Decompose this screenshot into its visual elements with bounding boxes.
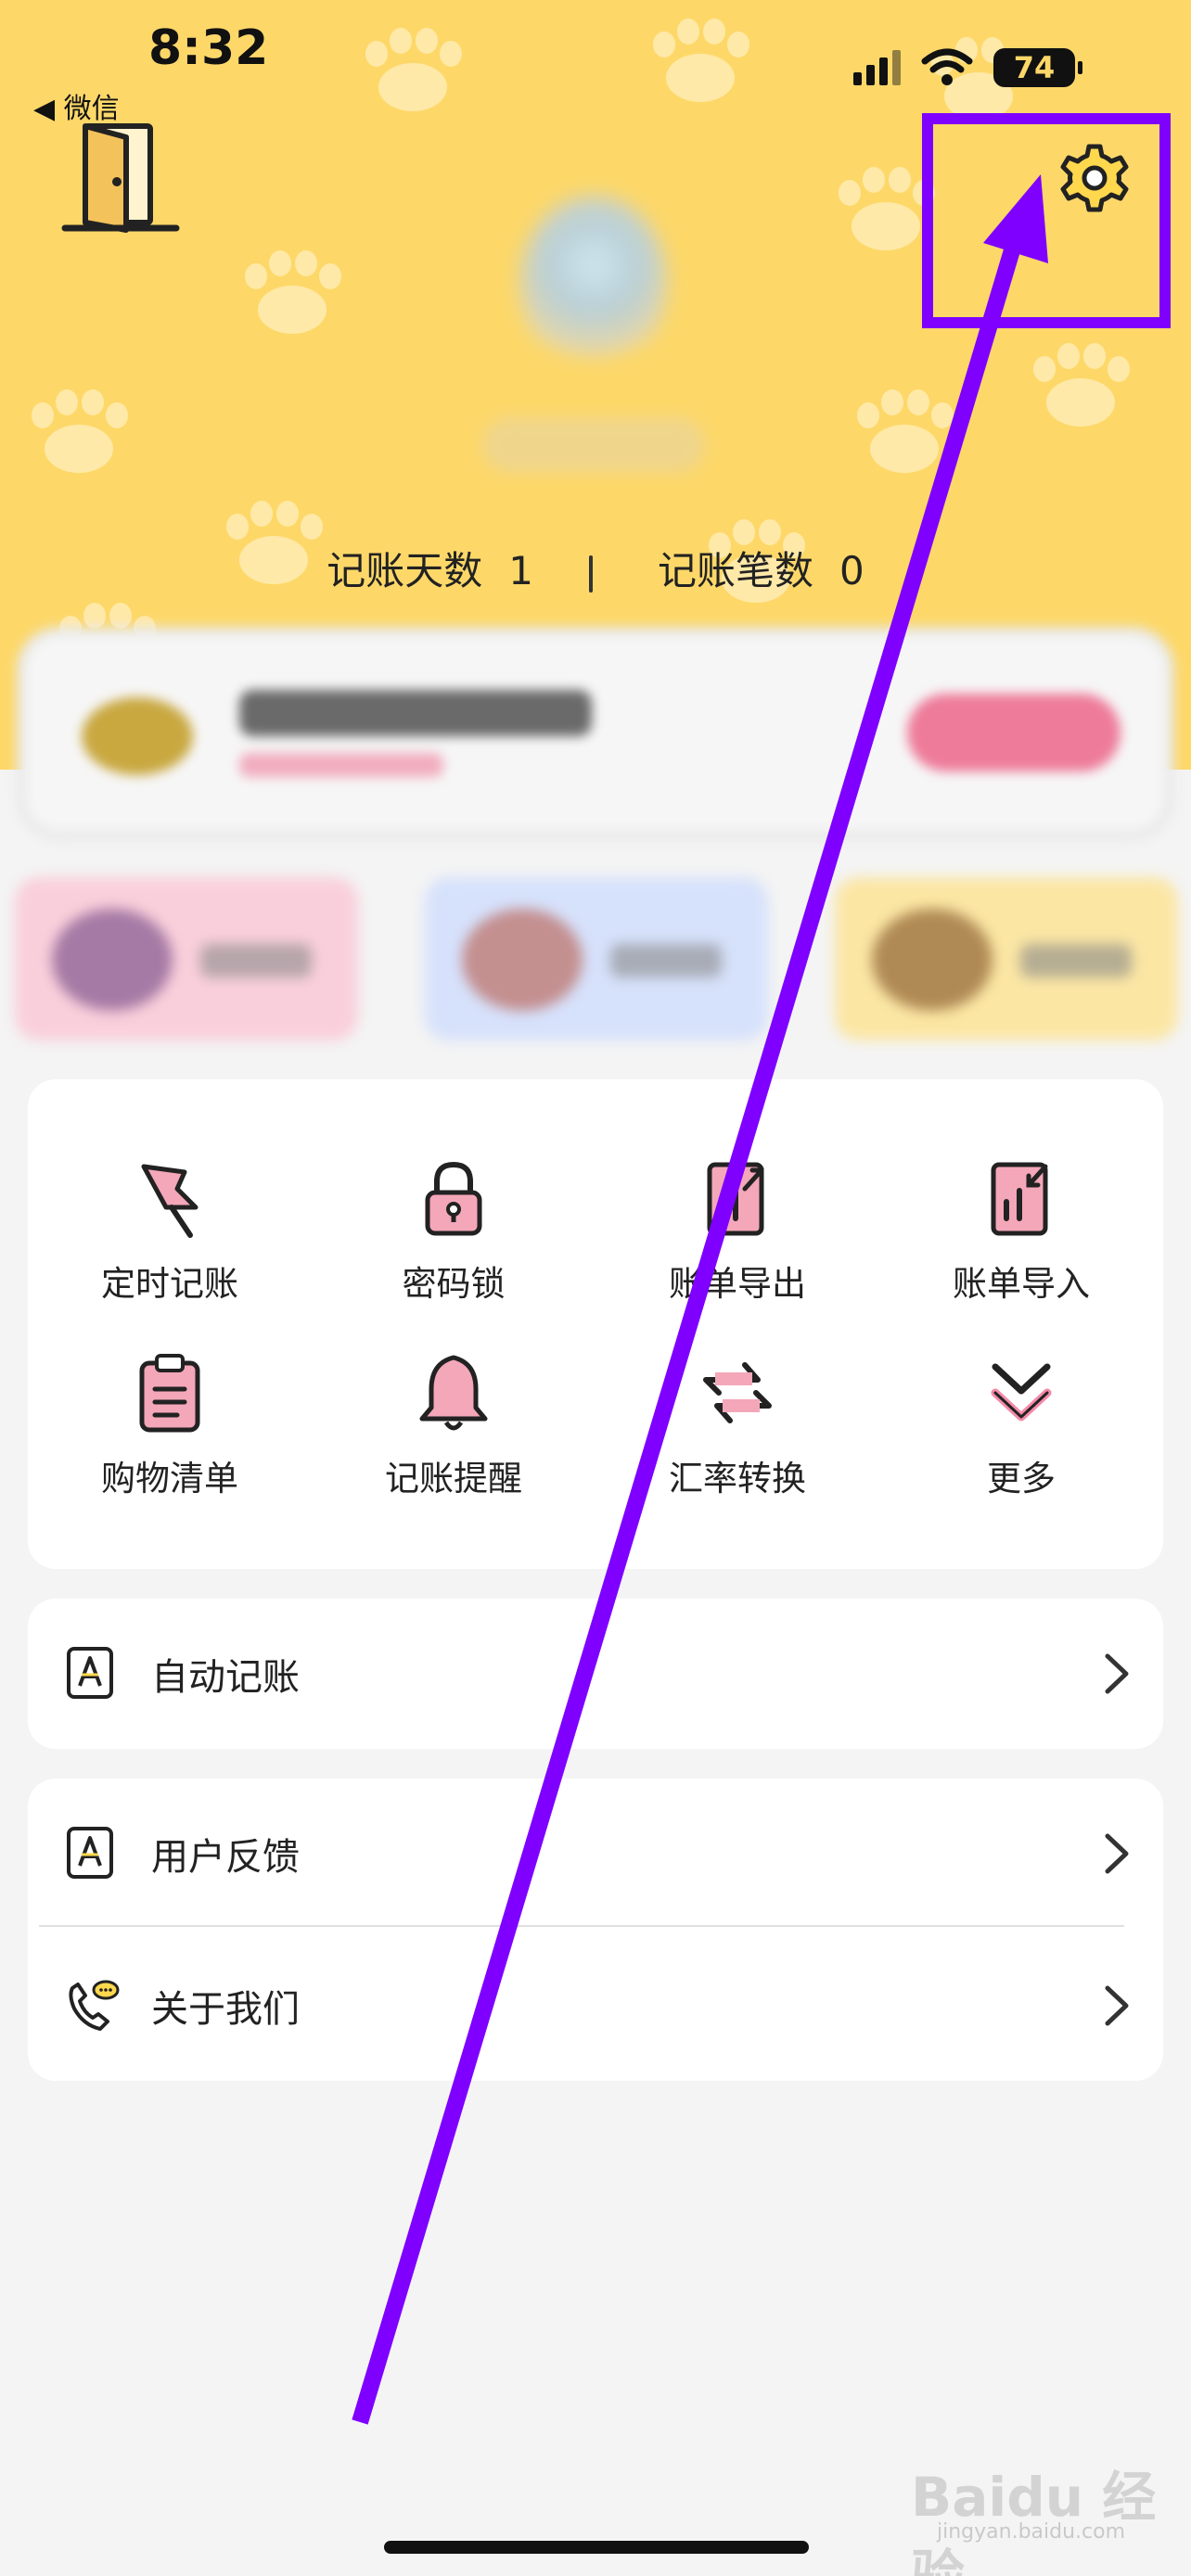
- baidu-watermark-url: jingyan.baidu.com: [937, 2520, 1126, 2544]
- auto-record-icon: [67, 1647, 113, 1699]
- app-screen: 8:32 ◀ 微信 74 记账天数 1 记账笔数 0 定时记账 密码锁 账单导出…: [0, 0, 1191, 2576]
- paw-print-decoration: [362, 28, 464, 111]
- door-exit-icon[interactable]: [61, 119, 182, 239]
- grid-item-label: 账单导入: [953, 1264, 1090, 1304]
- list-row-label: 关于我们: [151, 1988, 300, 2031]
- grid-item-label: 密码锁: [402, 1264, 506, 1304]
- grid-item-bill-import[interactable]: 账单导入: [879, 1154, 1163, 1339]
- bell-icon: [419, 1355, 488, 1431]
- function-grid-card: 定时记账 密码锁 账单导出 账单导入 购物清单 记账提醒 汇率转换 更多: [28, 1079, 1163, 1569]
- status-icons: 74: [853, 45, 1082, 91]
- list-row-feedback[interactable]: 用户反馈: [28, 1779, 1163, 1927]
- paw-print-decoration: [649, 19, 751, 102]
- grid-item-bill-export[interactable]: 账单导出: [596, 1154, 879, 1339]
- paw-print-decoration: [1030, 343, 1132, 427]
- grid-item-scheduled-record[interactable]: 定时记账: [28, 1154, 312, 1339]
- stats-bar: 记账天数 1 记账笔数 0: [0, 540, 1191, 596]
- bill-import-icon: [991, 1162, 1048, 1236]
- phone-chat-icon: [69, 1980, 120, 2031]
- status-time: 8:32: [148, 20, 269, 76]
- settings-gear-icon[interactable]: [1057, 141, 1132, 215]
- list-row-about-us[interactable]: 关于我们: [28, 1931, 1163, 2079]
- wifi-icon: [921, 48, 973, 85]
- record-count-value: 0: [839, 548, 864, 593]
- grid-item-exchange-rate[interactable]: 汇率转换: [596, 1348, 879, 1534]
- auto-record-card: 自动记账: [28, 1599, 1163, 1749]
- padlock-icon: [425, 1161, 482, 1236]
- grid-item-label: 汇率转换: [669, 1459, 806, 1498]
- grid-item-label: 账单导出: [669, 1264, 806, 1304]
- pushpin-icon: [141, 1164, 198, 1238]
- grid-item-record-reminder[interactable]: 记账提醒: [312, 1348, 596, 1534]
- record-days-label: 记账天数: [327, 548, 483, 593]
- grid-item-label: 定时记账: [101, 1264, 238, 1304]
- grid-item-more[interactable]: 更多: [879, 1348, 1163, 1534]
- cellular-signal-icon: [853, 50, 901, 85]
- clipboard-icon: [139, 1354, 200, 1433]
- list-row-label: 自动记账: [151, 1656, 300, 1699]
- double-chevron-down-icon: [991, 1363, 1052, 1422]
- promo-banner-blurred[interactable]: [26, 636, 1165, 831]
- promo-card-blurred[interactable]: [15, 877, 358, 1040]
- grid-item-label: 记账提醒: [385, 1459, 522, 1498]
- chevron-right-icon: [1105, 1653, 1129, 1694]
- grid-item-label: 更多: [987, 1459, 1056, 1498]
- promo-card-blurred[interactable]: [425, 877, 768, 1040]
- paw-print-decoration: [241, 250, 343, 334]
- bill-export-icon: [707, 1162, 764, 1236]
- grid-item-shopping-list[interactable]: 购物清单: [28, 1348, 312, 1534]
- paw-print-decoration: [835, 167, 937, 250]
- grid-item-label: 购物清单: [101, 1459, 238, 1498]
- chevron-right-icon: [1105, 1985, 1129, 2026]
- battery-indicator: 74: [993, 48, 1082, 87]
- exchange-arrows-icon: [703, 1362, 772, 1423]
- promo-card-blurred[interactable]: [835, 877, 1178, 1040]
- nickname-blurred: [482, 417, 705, 473]
- record-count-label: 记账笔数: [658, 548, 814, 593]
- paw-print-decoration: [853, 389, 955, 473]
- avatar[interactable]: [519, 195, 668, 371]
- list-row-auto-record[interactable]: 自动记账: [28, 1599, 1163, 1747]
- stats-divider: [589, 555, 593, 593]
- home-indicator[interactable]: [384, 2541, 809, 2554]
- baidu-watermark: Baidu 经验: [911, 2466, 1157, 2576]
- record-days-value: 1: [508, 548, 533, 593]
- list-divider: [39, 1925, 1124, 1927]
- chevron-right-icon: [1105, 1833, 1129, 1874]
- list-row-label: 用户反馈: [151, 1836, 300, 1879]
- paw-print-decoration: [28, 389, 130, 473]
- grid-item-password-lock[interactable]: 密码锁: [312, 1154, 596, 1339]
- support-card: 用户反馈 关于我们: [28, 1779, 1163, 2081]
- feedback-icon: [67, 1827, 113, 1879]
